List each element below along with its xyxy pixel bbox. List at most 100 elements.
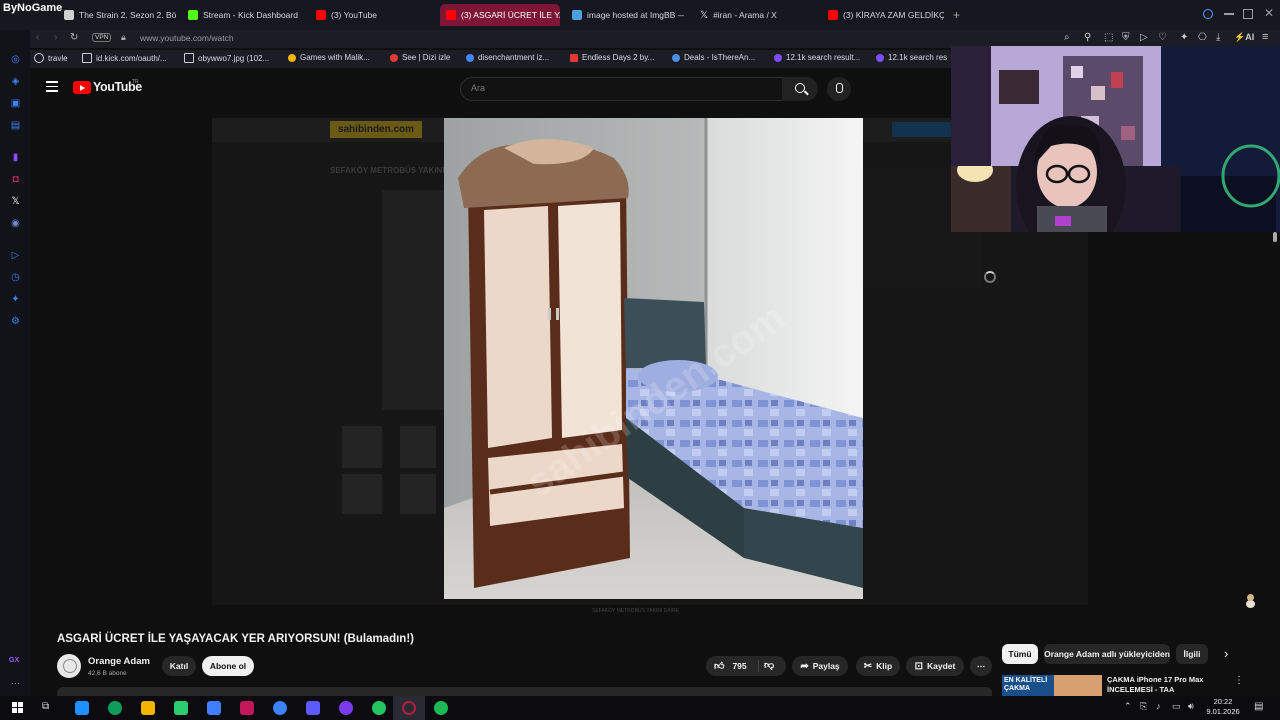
tray-mic-icon[interactable]: ♪: [1156, 701, 1161, 711]
chip-from-uploader[interactable]: Orange Adam adlı yükleyiciden: [1044, 644, 1170, 664]
back-icon[interactable]: ‹: [36, 32, 39, 43]
hamburger-menu-icon[interactable]: [46, 81, 58, 92]
menu-lines-icon[interactable]: ≡: [1262, 31, 1268, 43]
subscribe-button[interactable]: Abone ol: [202, 656, 254, 676]
dislike-icon[interactable]: 👎︎: [764, 659, 774, 671]
bookmark-label: disenchantment iz...: [478, 53, 550, 62]
instagram-icon[interactable]: ◘: [10, 174, 21, 185]
search-button[interactable]: [782, 77, 818, 101]
bookmark-dizi-izle[interactable]: See | Dizi izle: [390, 53, 450, 62]
speed-dial-icon[interactable]: ◎: [10, 54, 21, 65]
vertical-more-icon[interactable]: ⋮: [1234, 675, 1244, 686]
search-input[interactable]: Ara: [460, 77, 784, 101]
taskbar-app-icon[interactable]: [240, 701, 254, 715]
zoom-icon[interactable]: ⌕: [1064, 32, 1070, 43]
chip-all[interactable]: Tümü: [1002, 644, 1038, 664]
imgbb-icon: [572, 10, 582, 20]
discord-icon[interactable]: ◉: [10, 218, 21, 229]
like-icon[interactable]: 👍︎: [714, 660, 724, 672]
mail-icon[interactable]: [207, 701, 221, 715]
recommended-title[interactable]: ÇAKMA iPhone 17 Pro Max İNCELEMESİ - TAA: [1107, 675, 1227, 696]
tab-kick-dashboard[interactable]: Stream - Kick Dashboard: [188, 4, 308, 26]
description-box[interactable]: [57, 687, 992, 696]
voice-search-button[interactable]: [827, 77, 851, 101]
tab-x-search[interactable]: 𝕏 #iran - Arama / X: [700, 4, 810, 26]
save-button[interactable]: ⊡ Kaydet: [906, 656, 964, 676]
tab-active-video[interactable]: (3) ASGARİ ÜCRET İLE YAŞAYACAK YER ARIYO…: [440, 4, 560, 26]
subscriber-count: 42,6 B abone: [88, 670, 127, 677]
channel-name[interactable]: Orange Adam: [88, 656, 150, 667]
player-icon[interactable]: ▷: [10, 250, 21, 261]
taskbar-app-icon[interactable]: [75, 701, 89, 715]
wallet-icon[interactable]: ⎔: [1198, 32, 1207, 43]
tab-kiraya-zam[interactable]: (3) KİRAYA ZAM GELDİKÇE: [828, 4, 944, 26]
join-button[interactable]: Katıl: [162, 656, 196, 676]
bookmark-obywwo7[interactable]: obywwo7.jpg (102...: [184, 53, 269, 63]
twitch-icon[interactable]: ▮: [10, 152, 21, 163]
history-icon[interactable]: ◷: [10, 272, 21, 283]
microphone-icon: [836, 83, 843, 93]
reload-icon[interactable]: ↻: [70, 32, 78, 43]
notification-icon[interactable]: ▤: [1254, 701, 1263, 712]
bookmark-games-malik[interactable]: Games with Malik...: [288, 53, 370, 62]
messenger-icon[interactable]: ▤: [10, 120, 21, 131]
bookmark-deals[interactable]: Deals - IsThereAn...: [672, 53, 755, 62]
taskbar-clock[interactable]: 20:22 9.01.2026: [1206, 697, 1240, 717]
bookmark-kick-oauth[interactable]: id.kick.com/oauth/...: [82, 53, 167, 63]
heart-icon[interactable]: ♡: [1158, 32, 1167, 43]
url-field[interactable]: www.youtube.com/watch: [140, 33, 234, 43]
chip-related[interactable]: İlgili: [1176, 644, 1208, 664]
taskbar-app-icon[interactable]: [273, 701, 287, 715]
tray-volume-icon[interactable]: 🔊︎: [1188, 701, 1194, 712]
close-window-icon[interactable]: ✕: [1264, 6, 1274, 20]
aria-icon[interactable]: ◈: [10, 76, 21, 87]
tray-chevron-up-icon[interactable]: ⌃: [1124, 701, 1132, 712]
forward-icon[interactable]: ›: [54, 32, 57, 43]
bookmark-travle[interactable]: travle: [34, 53, 68, 63]
tab-imgbb[interactable]: image hosted at ImgBB — ImgBB: [572, 4, 684, 26]
bookmark-search-2[interactable]: 12.1k search res: [876, 53, 947, 62]
clip-button[interactable]: ✂ Klip: [856, 656, 900, 676]
bookmark-search-1[interactable]: 12.1k search result...: [774, 53, 860, 62]
task-view-icon[interactable]: ⧉: [42, 701, 49, 712]
chevron-right-icon[interactable]: ›: [1224, 646, 1228, 661]
download-icon[interactable]: ⤓: [1216, 32, 1220, 43]
store-icon[interactable]: [174, 701, 188, 715]
search-tabs-icon[interactable]: [1203, 9, 1213, 19]
windows-start-icon[interactable]: [12, 702, 24, 714]
vpn-badge[interactable]: VPN: [92, 33, 112, 42]
youtube-logo-icon[interactable]: [73, 81, 91, 94]
news-icon[interactable]: ▣: [10, 98, 21, 109]
x-sidebar-icon[interactable]: 𝕏: [10, 196, 21, 207]
tab-the-strain[interactable]: The Strain 2. Sezon 2. Bölüm: [64, 4, 176, 26]
channel-avatar[interactable]: [57, 654, 81, 678]
recommended-thumbnail[interactable]: EN KALİTELİ ÇAKMA: [1002, 675, 1102, 696]
extensions-icon[interactable]: ✦: [1180, 32, 1188, 43]
file-explorer-icon[interactable]: [141, 701, 155, 715]
share-button[interactable]: ➦ Paylaş: [792, 656, 848, 676]
settings-gear-icon[interactable]: ⚙: [10, 316, 21, 327]
edge-icon[interactable]: [108, 701, 122, 715]
more-icon[interactable]: ⋯: [11, 678, 20, 689]
active-app-highlight[interactable]: [393, 696, 425, 720]
discord-taskbar-icon[interactable]: [339, 701, 353, 715]
page-scrollbar-thumb[interactable]: [1273, 232, 1277, 242]
shield-icon[interactable]: ⛨: [1122, 32, 1130, 43]
maximize-icon[interactable]: [1243, 9, 1253, 19]
spotify-icon[interactable]: [434, 701, 448, 715]
minimize-icon[interactable]: [1224, 13, 1234, 15]
more-actions-button[interactable]: ⋯: [970, 656, 992, 676]
send-icon[interactable]: ▷: [1140, 32, 1148, 43]
tab-youtube[interactable]: (3) YouTube: [316, 4, 426, 26]
extensions-sidebar-icon[interactable]: ✦: [10, 294, 21, 305]
ai-icon[interactable]: ⚡AI: [1234, 32, 1254, 43]
bookmark-disenchantment[interactable]: disenchantment iz...: [466, 53, 549, 62]
new-tab-icon[interactable]: +: [953, 8, 960, 22]
pin-icon[interactable]: ⚲: [1084, 32, 1091, 43]
taskbar-app-icon[interactable]: [372, 701, 386, 715]
snapshot-icon[interactable]: ⬚: [1104, 32, 1113, 43]
bookmark-endless-days[interactable]: Endless Days 2 by...: [570, 53, 654, 62]
tray-device-icon[interactable]: ⎘: [1140, 701, 1147, 712]
tray-network-icon[interactable]: ▭: [1172, 701, 1181, 712]
taskbar-app-icon[interactable]: [306, 701, 320, 715]
